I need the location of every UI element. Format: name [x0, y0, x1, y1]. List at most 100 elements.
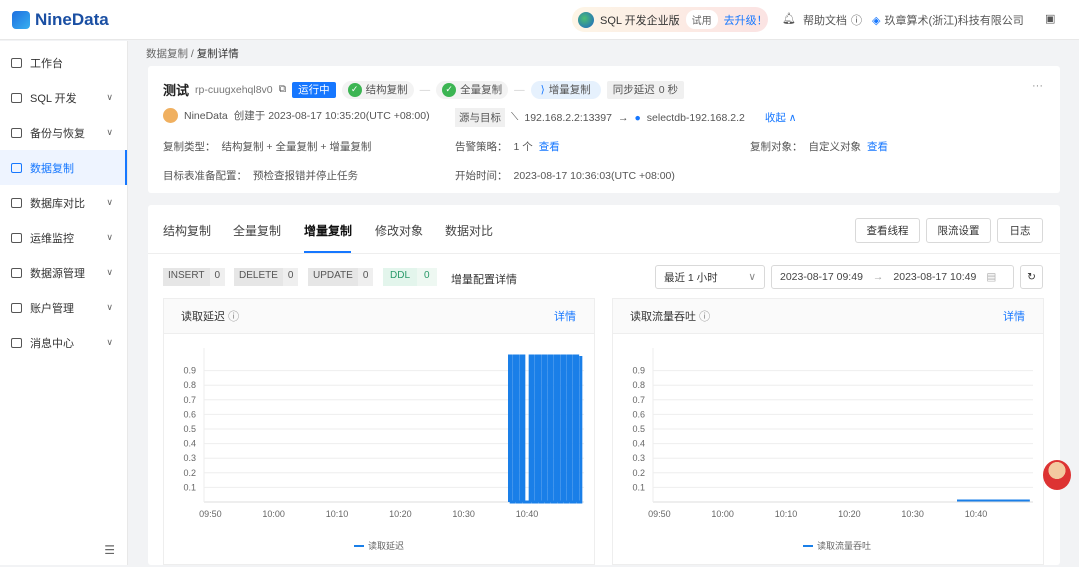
throttle-settings-button[interactable]: 限流设置	[926, 218, 991, 243]
tab-data-compare[interactable]: 数据对比	[445, 222, 493, 239]
counter-label: INSERT	[163, 268, 210, 286]
start-value: 2023-08-17 10:36:03(UTC +08:00)	[513, 169, 675, 182]
x-tick-label: 10:00	[711, 509, 734, 519]
help-docs-link[interactable]: 帮助文档 ⓘ	[803, 12, 862, 28]
sidebar-item-messages[interactable]: 消息中心 ∨	[0, 325, 127, 360]
view-threads-button[interactable]: 查看线程	[855, 218, 920, 243]
x-tick-label: 09:50	[648, 509, 671, 519]
breadcrumb-parent[interactable]: 数据复制	[146, 48, 188, 60]
delay-label: 同步延迟	[612, 84, 655, 96]
config-detail-link[interactable]: 增量配置详情	[451, 271, 517, 287]
upgrade-link[interactable]: 去升级！	[724, 12, 768, 28]
start-label: 开始时间：	[455, 170, 508, 182]
trial-badge: 试用	[685, 10, 718, 29]
y-tick-label: 0.7	[183, 395, 196, 405]
log-button[interactable]: 日志	[997, 218, 1043, 243]
y-tick-label: 0.8	[183, 380, 196, 390]
time-range-select[interactable]: 最近 1 小时 ∨	[655, 265, 765, 289]
x-tick-label: 10:00	[262, 509, 285, 519]
sidebar-item-sql[interactable]: SQL 开发 ∨	[0, 80, 127, 115]
read-latency-chart: 0.1 0.2 0.3 0.4 0.5 0.6 0.7 0.8 0.9 09:50 10:00 10:…	[183, 348, 584, 551]
chevron-down-icon: ∨	[106, 197, 113, 207]
date-from: 2023-08-17 09:49	[780, 271, 863, 283]
task-name: 测试	[163, 83, 190, 98]
collapse-link[interactable]: 收起 ∧	[765, 110, 797, 125]
x-tick-label: 10:40	[516, 509, 539, 519]
account-icon	[11, 302, 22, 313]
copy-icon[interactable]: ⧉	[279, 83, 287, 96]
data-bar	[542, 356, 546, 502]
brand-logo[interactable]: NineData	[12, 10, 109, 30]
object-view-link[interactable]: 查看	[867, 139, 888, 154]
chevron-down-icon: ∨	[106, 232, 113, 242]
creator: NineData	[184, 109, 228, 122]
tab-incremental[interactable]: 增量复制	[304, 222, 352, 239]
spinner-icon: ⟩	[540, 83, 545, 96]
legend-label: 读取延迟	[368, 540, 404, 551]
data-bar	[549, 356, 553, 502]
datasource-icon	[11, 267, 22, 278]
sidebar-item-compare[interactable]: 数据库对比 ∨	[0, 185, 127, 220]
backup-icon	[11, 127, 22, 138]
help-icon[interactable]: ⓘ	[699, 311, 710, 323]
counter-label: DDL	[383, 268, 418, 286]
delay-value: 0 秒	[658, 84, 679, 96]
help-icon[interactable]: ⓘ	[228, 311, 239, 323]
tab-modify-objects[interactable]: 修改对象	[375, 222, 423, 239]
y-tick-label: 0.3	[183, 453, 196, 463]
sidebar-label: 消息中心	[30, 337, 74, 350]
sidebar: 工作台 SQL 开发 ∨ 备份与恢复 ∨ 数据复制 数据库对比 ∨ 运维监控 ∨ 数据源…	[0, 41, 128, 565]
help-icon: ⓘ	[851, 15, 862, 27]
step-label: 增量复制	[548, 84, 591, 96]
sidebar-item-monitor[interactable]: 运维监控 ∨	[0, 220, 127, 255]
alert-view-link[interactable]: 查看	[539, 139, 560, 154]
source-target-label: 源与目标	[455, 108, 505, 127]
chevron-down-icon: ∨	[748, 271, 756, 283]
chevron-down-icon: ∨	[106, 302, 113, 312]
collapse-sidebar-icon[interactable]: ☰	[104, 543, 115, 557]
date-range-picker[interactable]: 2023-08-17 09:49 → 2023-08-17 10:49 ▤	[771, 265, 1014, 289]
created-time: 创建于 2023-08-17 10:35:20(UTC +08:00)	[233, 110, 430, 122]
refresh-icon: ↻	[1027, 271, 1036, 283]
more-menu[interactable]: ···	[1032, 80, 1043, 92]
monitor-icon	[11, 232, 22, 243]
data-bar	[508, 356, 512, 502]
sidebar-item-backup[interactable]: 备份与恢复 ∨	[0, 115, 127, 150]
sidebar-item-replication[interactable]: 数据复制	[0, 150, 127, 185]
y-tick-label: 0.2	[183, 468, 196, 478]
chevron-down-icon: ∨	[106, 337, 113, 347]
promo-label: SQL 开发企业版	[600, 14, 680, 27]
replication-icon	[11, 162, 22, 173]
globe-icon	[578, 11, 594, 28]
home-icon	[11, 57, 22, 68]
promo-banner[interactable]: SQL 开发企业版 试用 去升级！	[572, 7, 768, 32]
details-link[interactable]: 详情	[1003, 308, 1025, 324]
language-icon[interactable]: ▣	[1045, 12, 1055, 25]
read-throughput-chart: 0.1 0.2 0.3 0.4 0.5 0.6 0.7 0.8 0.9 09:50 10:00 10:…	[632, 348, 1033, 551]
type-value: 结构复制 + 全量复制 + 增量复制	[221, 141, 372, 153]
sidebar-item-datasource[interactable]: 数据源管理 ∨	[0, 255, 127, 290]
counter-value: 0	[282, 268, 299, 286]
help-label: 帮助文档	[803, 15, 847, 27]
tab-full[interactable]: 全量复制	[233, 222, 281, 239]
prep-value: 预检查报错并停止任务	[253, 170, 358, 182]
task-id: rp-cuugxehql8v0	[195, 83, 273, 96]
data-bar	[536, 356, 540, 502]
source-address: 192.168.2.2:13397	[524, 111, 612, 124]
sidebar-item-workbench[interactable]: 工作台	[0, 45, 127, 80]
y-tick-label: 0.3	[632, 453, 645, 463]
counter-delete: DELETE 0	[234, 268, 299, 286]
refresh-button[interactable]: ↻	[1020, 265, 1043, 289]
chevron-down-icon: ∨	[106, 92, 113, 102]
type-label: 复制类型：	[163, 141, 216, 153]
prep-label: 目标表准备配置：	[163, 170, 247, 182]
breadcrumb-sep: /	[190, 48, 194, 60]
x-tick-label: 10:10	[326, 509, 349, 519]
y-tick-label: 0.9	[632, 366, 645, 376]
org-switcher[interactable]: ◈ 玖章算术(浙江)科技有限公司	[872, 12, 1024, 28]
support-avatar[interactable]	[1043, 460, 1071, 490]
tab-structure[interactable]: 结构复制	[163, 222, 211, 239]
details-link[interactable]: 详情	[554, 308, 576, 324]
sidebar-item-account[interactable]: 账户管理 ∨	[0, 290, 127, 325]
notification-icon[interactable]: 🔔︎	[782, 12, 796, 25]
